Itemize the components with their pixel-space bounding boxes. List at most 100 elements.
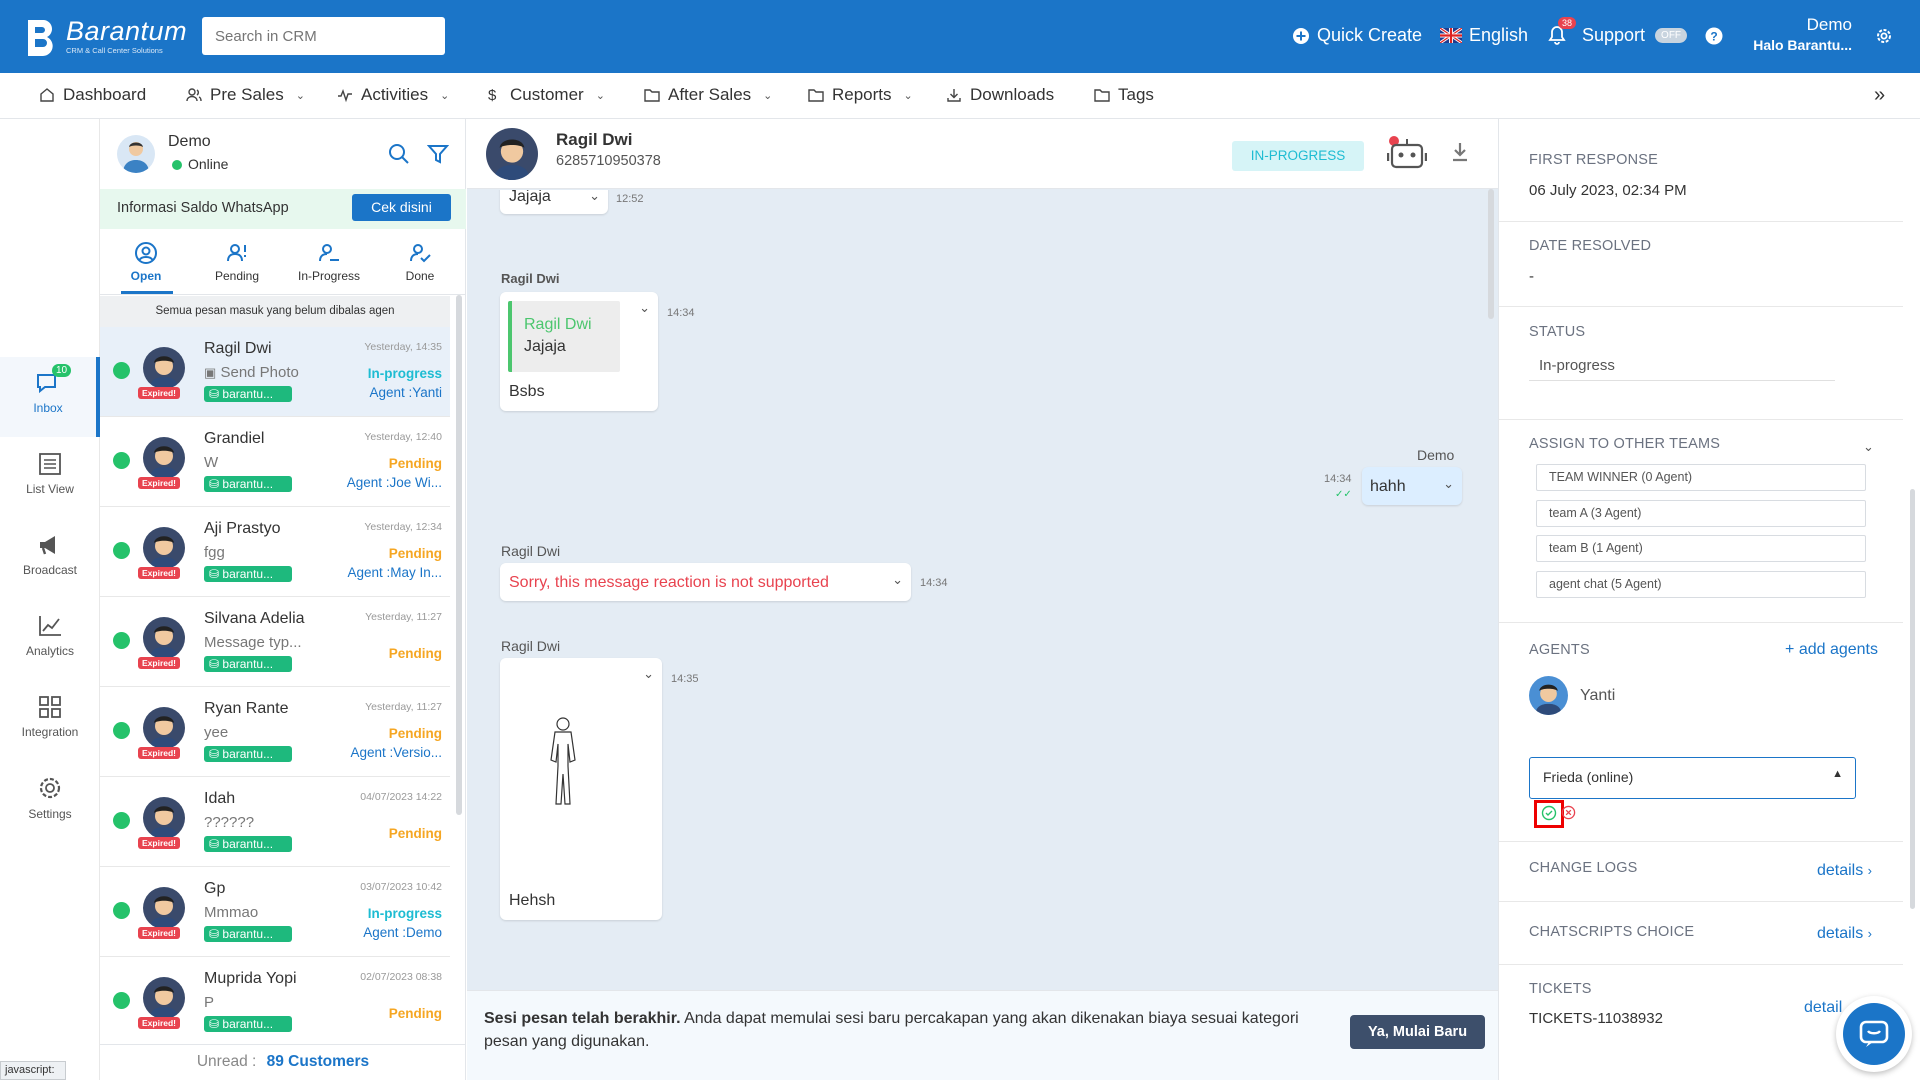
message-bubble[interactable]: Jajaja ⌄ — [500, 190, 608, 214]
status-label: STATUS — [1529, 324, 1586, 340]
list-item[interactable]: Expired! Grandiel W ⛁ barantu... Yesterd… — [100, 417, 450, 507]
details-scrollbar[interactable] — [1910, 489, 1915, 909]
status-select[interactable]: In-progress — [1529, 349, 1835, 381]
last-message: W — [204, 454, 219, 471]
online-dot — [172, 160, 182, 170]
nav-dashboard[interactable]: Dashboard — [39, 85, 146, 105]
channel-tag: ⛁ barantu... — [204, 836, 292, 852]
rail-analytics[interactable]: Analytics — [0, 614, 100, 658]
chevron-down-icon[interactable]: ⌄ — [643, 666, 654, 682]
gear-icon[interactable] — [1874, 26, 1894, 46]
list-item[interactable]: Expired! Gp Mmmao ⛁ barantu... 03/07/202… — [100, 867, 450, 957]
tab-pending[interactable]: Pending — [192, 241, 282, 283]
chat-header: Ragil Dwi 6285710950378 IN-PROGRESS — [467, 119, 1498, 189]
chevron-down-icon[interactable]: ⌄ — [639, 300, 650, 316]
whatsapp-icon — [113, 452, 130, 469]
chevron-down-icon[interactable]: ⌄ — [892, 572, 903, 588]
tickets-details-link[interactable]: detail — [1804, 999, 1842, 1017]
list-item[interactable]: Expired! Aji Prastyo fgg ⛁ barantu... Ye… — [100, 507, 450, 597]
whatsapp-icon — [113, 992, 130, 1009]
barantum-logo-icon[interactable] — [24, 18, 58, 56]
confirm-check-icon[interactable] — [1541, 805, 1557, 821]
ticket-id[interactable]: TICKETS-11038932 — [1529, 1010, 1663, 1027]
quoted-sender: Ragil Dwi — [524, 316, 592, 333]
status-label: Pending — [388, 456, 442, 471]
sketch-image[interactable] — [545, 716, 581, 808]
nav-downloads[interactable]: Downloads — [946, 85, 1054, 105]
chat-scrollbar[interactable] — [1488, 189, 1494, 319]
nav-label: Downloads — [970, 85, 1055, 104]
start-new-session-button[interactable]: Ya, Mulai Baru — [1350, 1015, 1485, 1049]
message-bubble[interactable]: Sorry, this message reaction is not supp… — [500, 563, 911, 601]
team-option[interactable]: TEAM WINNER (0 Agent) — [1536, 464, 1866, 491]
list-item[interactable]: Expired! Ragil Dwi ▣ Send Photo ⛁ barant… — [100, 327, 450, 417]
user-name: Demo — [1806, 15, 1852, 34]
robot-icon[interactable] — [1387, 135, 1427, 171]
chevron-down-icon[interactable]: ⌄ — [589, 190, 600, 204]
quoted-message[interactable]: Ragil Dwi Jajaja — [508, 301, 620, 372]
status-badge[interactable]: IN-PROGRESS — [1232, 141, 1364, 171]
change-logs-details-link[interactable]: details › — [1817, 862, 1872, 880]
session-message: Sesi pesan telah berakhir. Anda dapat me… — [484, 1010, 1299, 1050]
chatscripts-details-link[interactable]: details › — [1817, 925, 1872, 943]
rail-settings[interactable]: Settings — [0, 775, 100, 821]
language-selector[interactable]: English — [1440, 25, 1528, 46]
support-toggle-state: OFF — [1655, 28, 1688, 43]
date-resolved-label: DATE RESOLVED — [1529, 238, 1652, 254]
live-chat-button[interactable] — [1836, 996, 1912, 1072]
add-agents-link[interactable]: + add agents — [1785, 641, 1878, 659]
last-message: yee — [204, 724, 229, 741]
cek-saldo-button[interactable]: Cek disini — [352, 194, 451, 221]
nav-customer[interactable]: $ Customer ⌄ — [488, 85, 605, 105]
expired-badge: Expired! — [138, 927, 181, 939]
message-time: 14:34 — [1324, 473, 1352, 485]
nav-reports[interactable]: Reports ⌄ — [808, 85, 913, 105]
search-input[interactable] — [202, 17, 445, 55]
list-item[interactable]: Expired! Silvana Adelia Message typ... ⛁… — [100, 597, 450, 687]
team-option[interactable]: team A (3 Agent) — [1536, 500, 1866, 527]
filter-icon[interactable] — [427, 143, 449, 165]
rail-inbox[interactable]: 10 Inbox — [0, 357, 100, 437]
user-menu[interactable]: Demo Halo Barantu... — [1740, 15, 1852, 53]
agent-status: Online — [188, 156, 229, 172]
agent-avatar — [117, 135, 155, 173]
contact-name: Idah — [204, 790, 236, 807]
nav-tags[interactable]: Tags — [1094, 85, 1154, 105]
list-scrollbar[interactable] — [456, 295, 462, 815]
notification-button[interactable]: 38 — [1548, 17, 1577, 50]
list-item[interactable]: Expired! Muprida Yopi P ⛁ barantu... 02/… — [100, 957, 450, 1044]
nav-after-sales[interactable]: After Sales ⌄ — [644, 85, 772, 105]
help-icon[interactable]: ? — [1705, 27, 1723, 45]
agent-select[interactable]: Frieda (online) ▲ — [1529, 757, 1856, 799]
tab-in-progress[interactable]: In-Progress — [284, 241, 374, 283]
message-bubble[interactable]: Ragil Dwi Jajaja ⌄ Bsbs — [500, 292, 658, 411]
quick-create-button[interactable]: Quick Create — [1292, 25, 1422, 46]
rail-list-view[interactable]: List View — [0, 452, 100, 496]
nav-pre-sales[interactable]: Pre Sales ⌄ — [186, 85, 305, 105]
nav-activities[interactable]: Activities ⌄ — [337, 85, 449, 105]
cancel-x-icon[interactable] — [1561, 805, 1576, 820]
tab-open[interactable]: Open — [101, 241, 191, 283]
message-bubble[interactable]: hahh ⌄ — [1362, 467, 1462, 505]
expired-badge: Expired! — [138, 387, 181, 399]
support-toggle[interactable]: Support OFF — [1582, 25, 1688, 46]
folder-icon — [644, 89, 660, 102]
conversation-tabs: Open Pending In-Progress Done — [100, 233, 466, 295]
rail-broadcast[interactable]: Broadcast — [0, 533, 100, 577]
brand-name: Barantum — [66, 16, 188, 46]
rail-integration[interactable]: Integration — [0, 695, 100, 739]
tab-done[interactable]: Done — [375, 241, 465, 283]
sort-icon: ▲ — [1832, 768, 1843, 780]
list-item[interactable]: Expired! Idah ?????? ⛁ barantu... 04/07/… — [100, 777, 450, 867]
search-icon[interactable] — [388, 143, 410, 165]
list-item[interactable]: Expired! Ryan Rante yee ⛁ barantu... Yes… — [100, 687, 450, 777]
collapse-nav-icon[interactable]: » — [1874, 84, 1885, 107]
team-option[interactable]: team B (1 Agent) — [1536, 535, 1866, 562]
chevron-down-icon[interactable]: ⌄ — [1443, 476, 1454, 492]
divider — [1499, 306, 1903, 307]
unread-count[interactable]: 89 Customers — [267, 1053, 370, 1070]
chevron-down-icon[interactable]: ⌄ — [1863, 439, 1874, 455]
team-option[interactable]: agent chat (5 Agent) — [1536, 571, 1866, 598]
message-bubble[interactable]: ⌄ Hehsh — [500, 658, 662, 920]
download-icon[interactable] — [1450, 141, 1470, 163]
